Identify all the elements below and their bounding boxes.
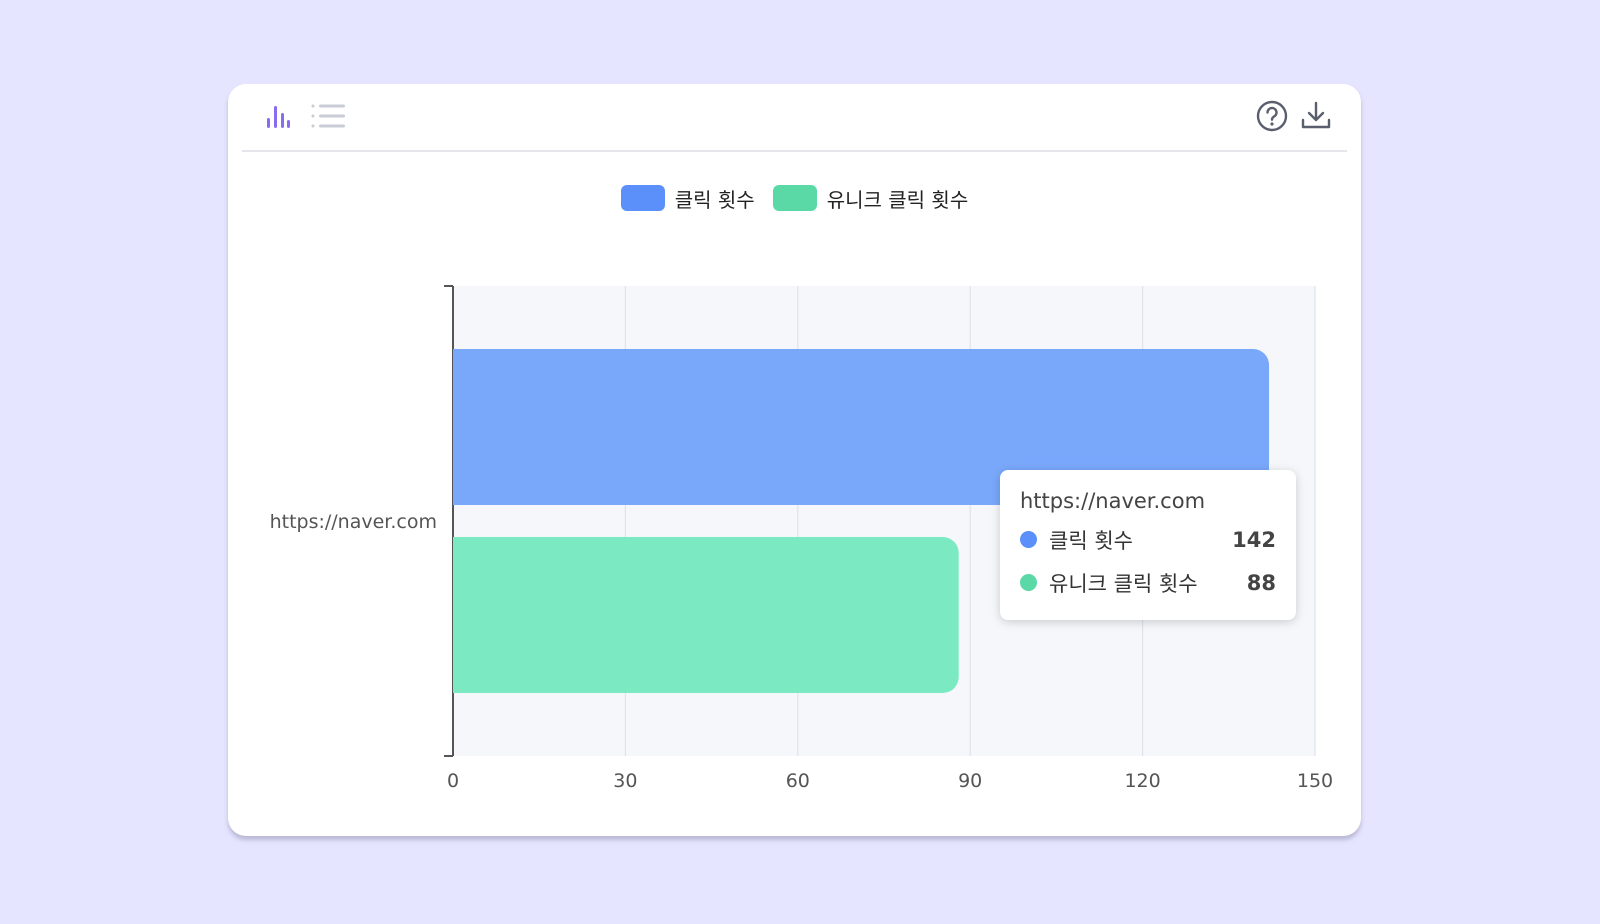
- tooltip-row-clicks: 클릭 횟수 142: [1020, 518, 1276, 561]
- tooltip-dot-clicks: [1020, 531, 1037, 548]
- x-tick-label-0: 0: [447, 770, 459, 792]
- x-tick-label-90: 90: [958, 770, 982, 792]
- x-tick-label-150: 150: [1297, 770, 1333, 792]
- bar-chart: 0 30 60 90 120 150 https://naver.com: [270, 285, 1333, 792]
- tooltip-value-clicks: 142: [1232, 527, 1276, 552]
- bar-unique-clicks: [453, 537, 959, 693]
- tooltip-value-unique-clicks: 88: [1246, 570, 1276, 595]
- chart-tooltip: https://naver.com 클릭 횟수 142 유니크 클릭 횟수 88: [1000, 470, 1296, 620]
- y-category-label: https://naver.com: [270, 511, 437, 533]
- x-tick-label-120: 120: [1124, 770, 1160, 792]
- x-tick-label-30: 30: [613, 770, 637, 792]
- tooltip-row-unique-clicks: 유니크 클릭 횟수 88: [1020, 561, 1276, 604]
- tooltip-name-unique-clicks: 유니크 클릭 횟수: [1049, 571, 1198, 596]
- chart-card: 클릭 횟수 유니크 클릭 횟수 0 30 60 90 120 150 https://nav…: [228, 84, 1361, 836]
- tooltip-title: https://naver.com: [1020, 489, 1206, 513]
- tooltip-name-clicks: 클릭 횟수: [1049, 528, 1133, 553]
- tooltip-dot-unique-clicks: [1020, 574, 1037, 591]
- x-tick-label-60: 60: [786, 770, 810, 792]
